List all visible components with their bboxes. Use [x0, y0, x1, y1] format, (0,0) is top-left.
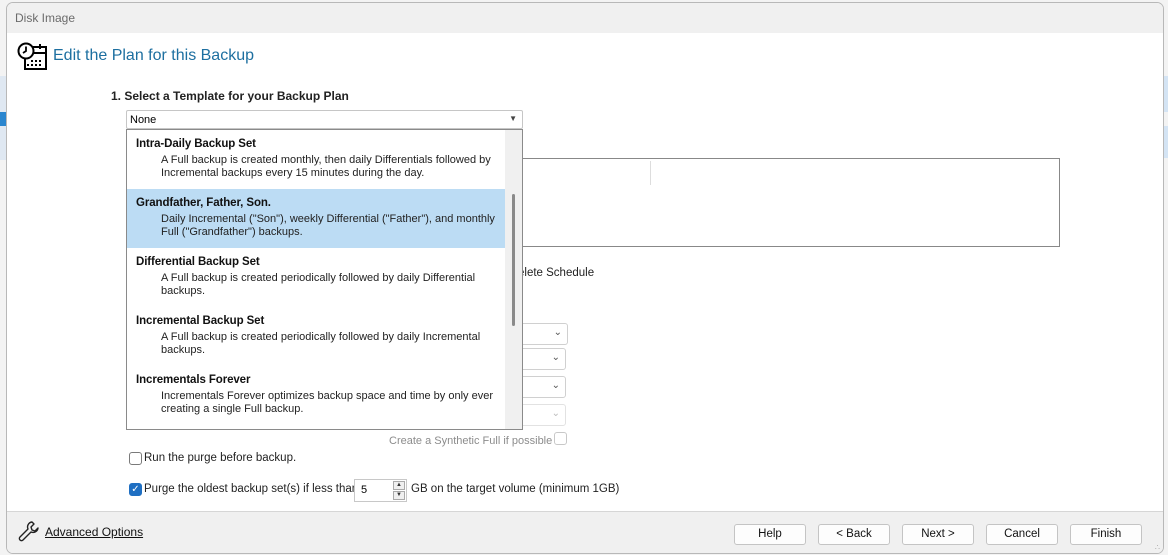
option-title: Grandfather, Father, Son. — [136, 197, 271, 209]
template-option-differential[interactable]: Differential Backup Set A Full backup is… — [127, 248, 506, 307]
template-dropdown-list[interactable]: Intra-Daily Backup Set A Full backup is … — [126, 129, 523, 430]
option-description: A Full backup is created monthly, then d… — [161, 154, 491, 179]
spin-up-icon[interactable]: ▲ — [393, 481, 405, 490]
scrollbar-thumb[interactable] — [512, 194, 515, 326]
option-title: Differential Backup Set — [136, 256, 260, 268]
purge-gb-stepper[interactable]: 5 ▲ ▼ — [354, 479, 407, 502]
template-option-gfs[interactable]: Grandfather, Father, Son. Daily Incremen… — [127, 189, 506, 248]
dropdown-arrow-icon[interactable]: ▼ — [509, 114, 517, 123]
chevron-down-icon: ⌄ — [551, 380, 560, 391]
back-button[interactable]: < Back — [818, 524, 890, 545]
purge-oldest-checkbox[interactable]: ✓ — [129, 483, 142, 496]
option-description: A Full backup is created periodically fo… — [161, 272, 476, 297]
schedule-calendar-icon — [17, 42, 47, 70]
chevron-down-icon: ⌄ — [551, 352, 560, 363]
synthetic-full-label: Create a Synthetic Full if possible — [389, 435, 553, 447]
template-combobox-value: None — [130, 114, 157, 126]
template-option-incremental[interactable]: Incremental Backup Set A Full backup is … — [127, 307, 506, 366]
template-option-intra-daily[interactable]: Intra-Daily Backup Set A Full backup is … — [127, 130, 506, 189]
chevron-down-icon: ⌄ — [553, 327, 562, 338]
dialog-footer: Advanced Options Help < Back Next > Canc… — [7, 512, 1163, 553]
resize-grip-icon[interactable]: ∴ — [1155, 543, 1160, 552]
option-description: Incrementals Forever optimizes backup sp… — [161, 390, 493, 415]
schedule-list-box — [497, 158, 1060, 247]
next-button[interactable]: Next > — [902, 524, 974, 545]
finish-button[interactable]: Finish — [1070, 524, 1142, 545]
cancel-button[interactable]: Cancel — [986, 524, 1058, 545]
advanced-options-link[interactable]: Advanced Options — [45, 525, 143, 539]
template-combobox[interactable]: None ▼ — [126, 110, 523, 129]
delete-schedule-label: elete Schedule — [518, 267, 595, 279]
option-description: A Full backup is created periodically fo… — [161, 331, 481, 356]
disk-image-dialog: Disk Image Edit the Plan for this Backup… — [6, 2, 1164, 554]
wrench-icon[interactable] — [17, 519, 41, 543]
dropdown-scrollbar[interactable] — [505, 130, 522, 429]
option-title: Incrementals Forever — [136, 374, 251, 386]
template-option-incrementals-forever[interactable]: Incrementals Forever Incrementals Foreve… — [127, 366, 506, 425]
option-title: Incremental Backup Set — [136, 315, 265, 327]
spin-down-icon[interactable]: ▼ — [393, 491, 405, 500]
option-description: Daily Incremental ("Son"), weekly Differ… — [161, 213, 495, 238]
title-bar: Disk Image — [7, 3, 1163, 33]
purge-gb-suffix: GB on the target volume (minimum 1GB) — [411, 483, 620, 495]
chevron-down-icon: ⌄ — [551, 408, 560, 419]
purge-gb-value[interactable]: 5 — [361, 484, 367, 496]
column-divider — [650, 161, 651, 185]
window-title: Disk Image — [15, 11, 76, 25]
purge-oldest-label[interactable]: Purge the oldest backup set(s) if less t… — [144, 483, 358, 495]
synthetic-full-checkbox — [554, 432, 567, 445]
template-section-label: 1. Select a Template for your Backup Pla… — [111, 89, 349, 103]
template-options: Intra-Daily Backup Set A Full backup is … — [127, 130, 506, 425]
run-purge-label[interactable]: Run the purge before backup. — [144, 452, 296, 464]
page-title: Edit the Plan for this Backup — [53, 47, 254, 64]
help-button[interactable]: Help — [734, 524, 806, 545]
run-purge-checkbox[interactable] — [129, 452, 142, 465]
option-title: Intra-Daily Backup Set — [136, 138, 256, 150]
